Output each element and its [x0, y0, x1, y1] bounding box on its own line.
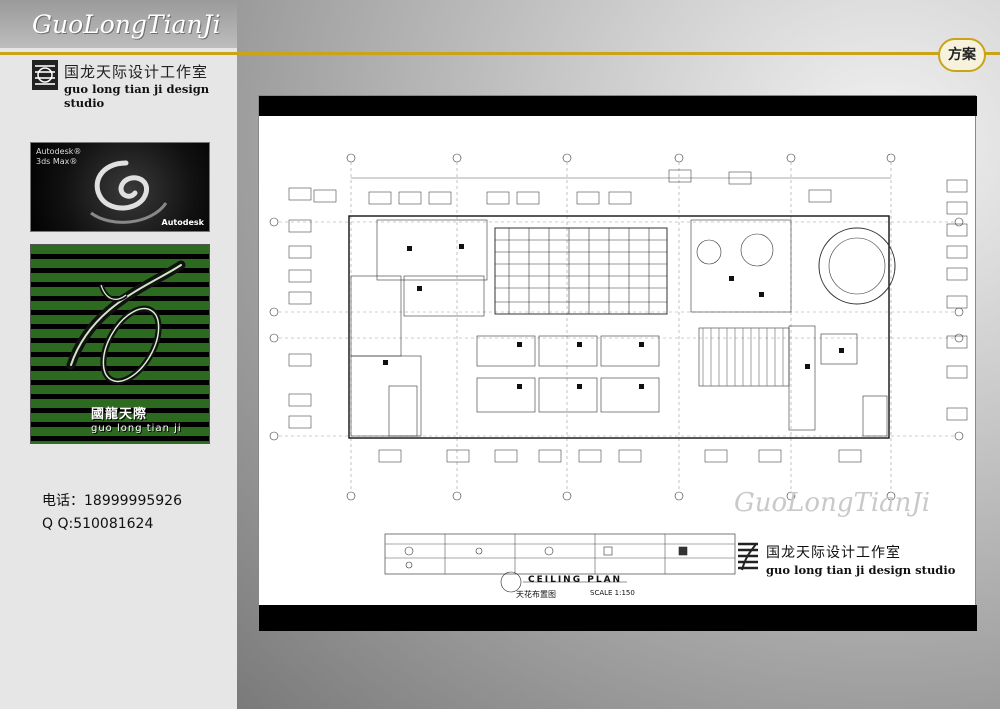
contact-qq: Q Q:510081624	[42, 516, 154, 532]
dragon-emblem-icon	[66, 260, 186, 385]
watermark-name-en: guo long tian ji design studio	[766, 563, 956, 577]
studio-emblem-image: 國龍天際 guo long tian ji	[30, 244, 210, 444]
brand-script-title: GuoLongTianJi	[32, 10, 221, 39]
sheet-top-bar	[259, 96, 977, 116]
autodesk-brand: Autodesk	[161, 218, 204, 227]
emblem-name-cn: 國龍天際	[91, 407, 148, 422]
drawing-title: CEILING PLAN	[528, 575, 623, 585]
left-panel: GuoLongTianJi 国龙天际设计工作室 guo long tian ji…	[0, 0, 237, 709]
ceiling-grid-room	[494, 227, 668, 315]
drawing-scale: SCALE 1:150	[590, 589, 635, 597]
studio-name-en: guo long tian ji design studio	[64, 82, 210, 110]
ceiling-plan-drawing	[269, 153, 968, 593]
brand-header: GuoLongTianJi	[0, 0, 237, 48]
grid-axis-markers	[269, 153, 964, 501]
watermark-script-title: GuoLongTianJi	[734, 488, 931, 518]
studio-logo-icon	[32, 60, 58, 90]
contact-phone: 电话：18999995926	[42, 493, 182, 509]
watermark-name-cn: 国龙天际设计工作室	[766, 545, 901, 561]
legend-table	[384, 533, 736, 575]
studio-name-cn: 国龙天际设计工作室	[64, 63, 209, 81]
drawing-title-cn: 天花布置图	[516, 590, 556, 599]
ceiling-height-tags	[288, 169, 968, 463]
outer-wall	[348, 215, 890, 439]
autodesk-3dsmax-image: Autodesk® 3ds Max® Autodesk	[30, 142, 210, 232]
emblem-name-en: guo long tian ji	[91, 423, 182, 434]
gold-divider-line	[0, 52, 1000, 55]
scheme-badge: 方案	[938, 38, 986, 72]
sheet-bottom-bar	[259, 605, 977, 631]
watermark-logo-icon	[738, 542, 758, 571]
